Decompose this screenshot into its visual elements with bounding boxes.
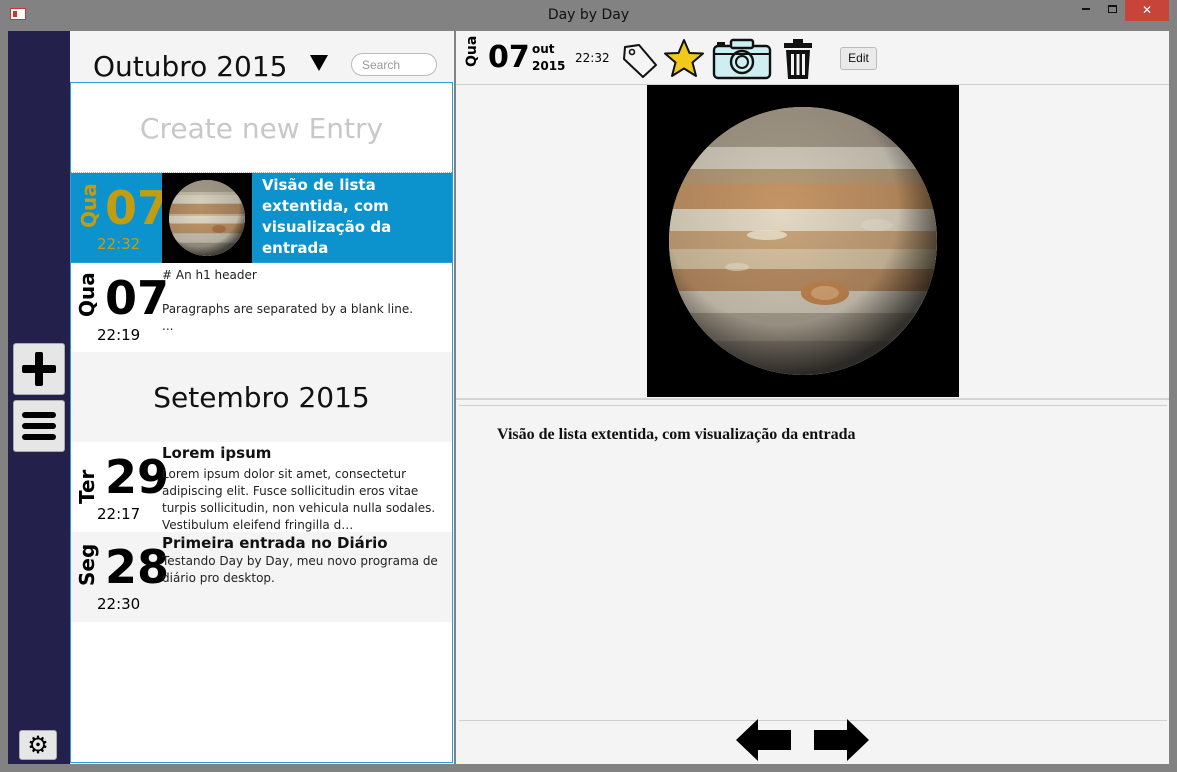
image-pane <box>456 85 1169 400</box>
entry-day: 29 <box>105 450 170 504</box>
minimize-icon <box>1082 7 1090 10</box>
menu-button[interactable] <box>13 400 65 452</box>
entry-time: 22:17 <box>97 505 141 523</box>
entry-viewer: Qua 07 out 2015 22:32 Edit Visão de list… <box>456 31 1169 764</box>
maximize-icon <box>1107 5 1117 14</box>
entry-preview-line: Paragraphs are separated by a blank line… <box>162 302 414 316</box>
list-item-selected[interactable]: Qua 07 22:32 Visão de lista extentida, c… <box>71 173 452 263</box>
entry-text-pane[interactable]: Visão de lista extentida, com visualizaç… <box>459 405 1167 721</box>
viewer-month: out <box>532 42 555 56</box>
entry-photo[interactable] <box>647 85 959 397</box>
arrow-right-icon[interactable] <box>813 718 869 762</box>
entry-weekday: Qua <box>75 272 99 317</box>
minimize-button[interactable] <box>1075 0 1097 21</box>
settings-button[interactable]: ⚙ <box>19 730 57 760</box>
entry-day: 07 <box>105 271 170 325</box>
camera-icon[interactable] <box>712 37 772 81</box>
month-separator: Setembro 2015 <box>71 352 452 442</box>
maximize-button[interactable] <box>1100 0 1124 21</box>
month-selector-label[interactable]: Outubro 2015 <box>93 50 287 83</box>
entry-day: 07 <box>105 181 170 235</box>
title-bar[interactable]: Day by Day ✕ <box>0 0 1177 30</box>
entry-title: Visão de lista extentida, com visualizaç… <box>262 176 392 257</box>
close-icon: ✕ <box>1141 3 1153 17</box>
entry-preview: Lorem ipsum dolor sit amet, consectetur … <box>162 467 436 532</box>
entry-list-panel: Outubro 2015 Create new Entry Qua 07 22:… <box>70 31 454 764</box>
tag-icon[interactable] <box>619 37 659 81</box>
entry-title: Lorem ipsum <box>162 444 272 462</box>
viewer-year: 2015 <box>532 59 566 73</box>
edit-button[interactable]: Edit <box>840 47 877 70</box>
entry-preview-line: # An h1 header <box>162 268 257 282</box>
viewer-weekday: Qua <box>464 35 480 67</box>
window-title: Day by Day <box>547 7 630 23</box>
entry-title: Primeira entrada no Diário <box>162 534 388 552</box>
entry-text: Visão de lista extentida, com visualizaç… <box>497 426 856 443</box>
entry-thumbnail <box>162 173 252 263</box>
search-input[interactable] <box>351 53 437 76</box>
entry-day: 28 <box>105 540 170 594</box>
side-rail: ⚙ <box>8 31 70 764</box>
plus-icon <box>22 352 56 386</box>
trash-icon[interactable] <box>781 37 815 81</box>
close-button[interactable]: ✕ <box>1125 0 1169 21</box>
add-entry-button[interactable] <box>13 343 65 395</box>
entry-weekday: Ter <box>75 469 99 504</box>
menu-icon <box>22 412 56 440</box>
entry-weekday: Qua <box>77 183 101 228</box>
viewer-day: 07 <box>488 40 530 75</box>
entry-preview-line: ... <box>162 319 174 333</box>
viewer-toolbar: Qua 07 out 2015 22:32 Edit <box>456 31 1169 85</box>
create-entry-button[interactable]: Create new Entry <box>71 83 452 173</box>
month-dropdown-icon[interactable] <box>310 55 328 71</box>
entry-time: 22:32 <box>97 235 141 253</box>
gear-icon: ⚙ <box>27 731 49 759</box>
list-item[interactable]: Qua 07 22:19 # An h1 header Paragraphs a… <box>71 263 452 352</box>
list-item[interactable]: Seg 28 22:30 Primeira entrada no Diário … <box>71 532 452 622</box>
entry-list[interactable]: Create new Entry Qua 07 22:32 Visão de l… <box>70 82 453 763</box>
arrow-left-icon[interactable] <box>736 718 792 762</box>
entry-preview: Testando Day by Day, meu novo programa d… <box>162 554 438 585</box>
viewer-time: 22:32 <box>575 51 610 65</box>
entry-weekday: Seg <box>75 543 99 586</box>
list-empty-area <box>71 622 452 712</box>
entry-time: 22:30 <box>97 595 141 613</box>
star-icon[interactable] <box>662 37 706 81</box>
list-item[interactable]: Ter 29 22:17 Lorem ipsum Lorem ipsum dol… <box>71 442 452 532</box>
app-window: Day by Day ✕ ⚙ Outubro 2015 Create new E… <box>0 0 1177 772</box>
entry-time: 22:19 <box>97 326 141 344</box>
